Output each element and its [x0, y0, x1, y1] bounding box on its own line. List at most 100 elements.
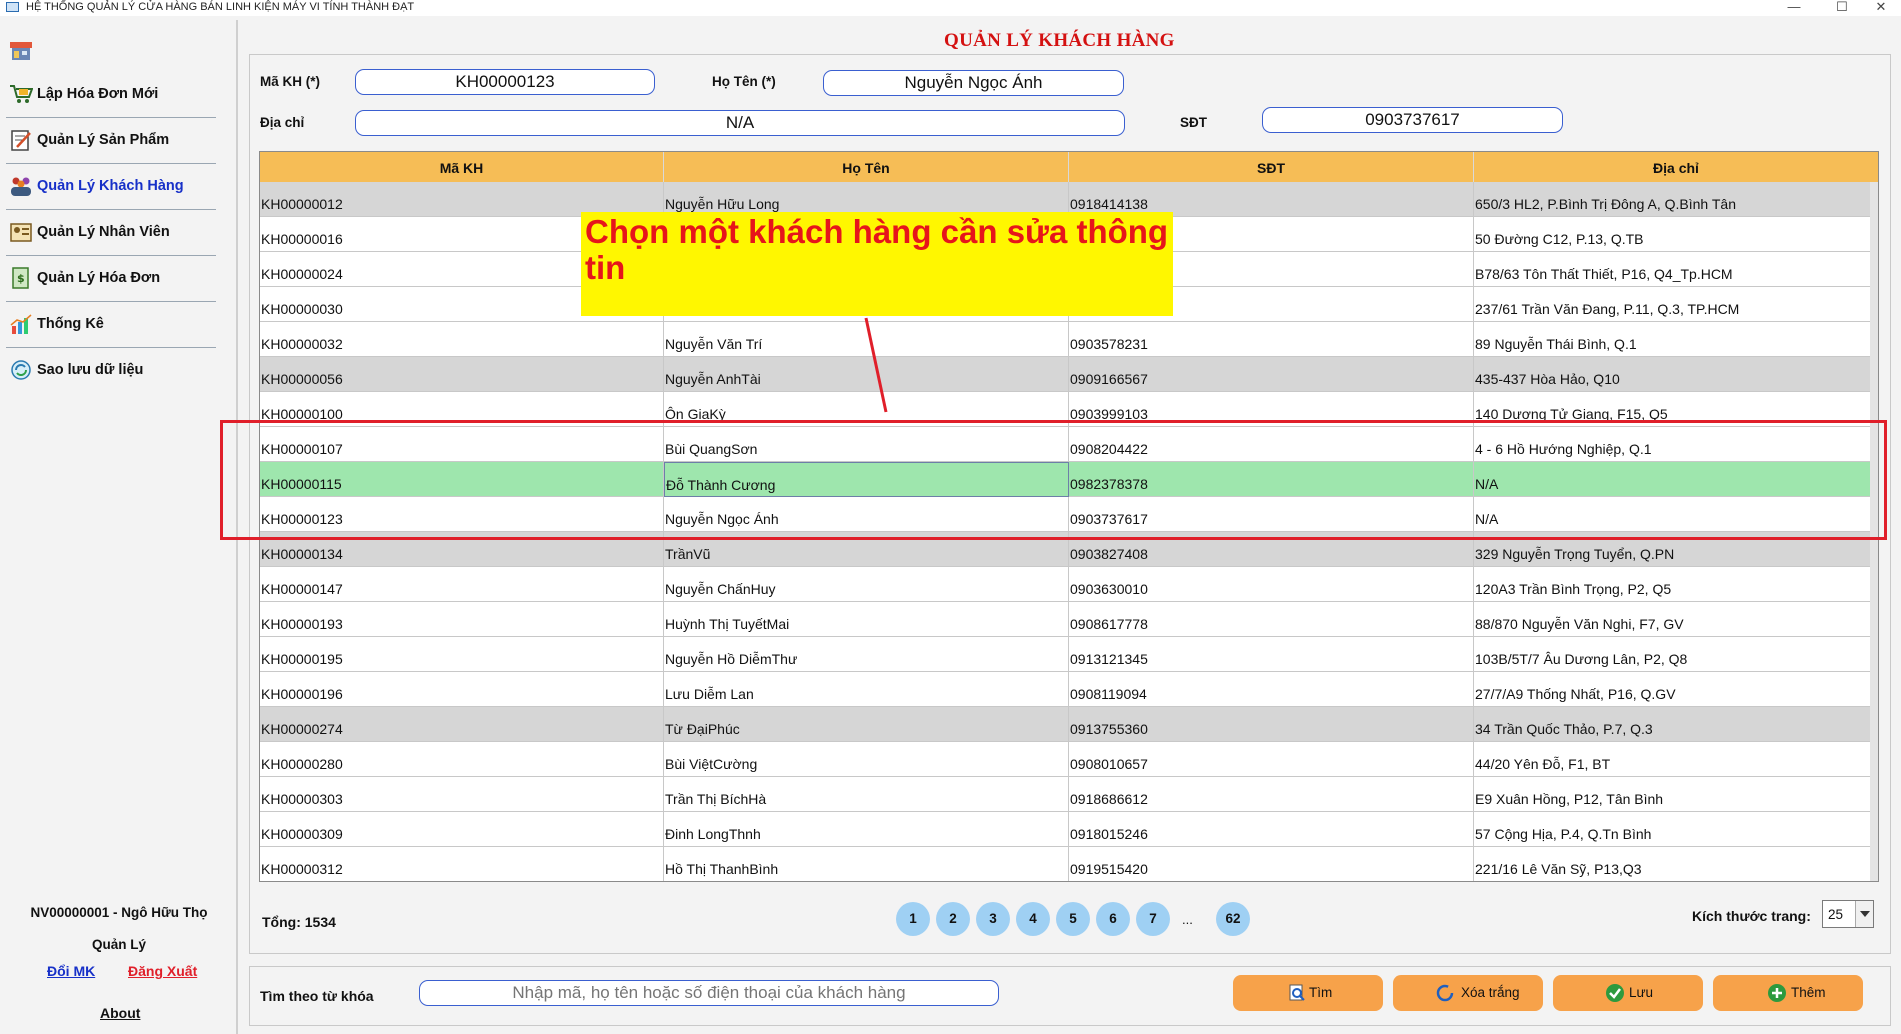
cell-customer-name[interactable]: Nguyễn Hồ DiễmThư [664, 637, 1069, 672]
cell-customer-address[interactable]: 88/870 Nguyễn Văn Nghi, F7, GV [1474, 602, 1870, 637]
cell-customer-address[interactable]: 120A3 Trần Bình Trọng, P2, Q5 [1474, 567, 1870, 602]
sidebar-item-employees[interactable]: Quản Lý Nhân Viên [6, 210, 216, 256]
add-button[interactable]: Thêm [1713, 975, 1863, 1011]
table-row[interactable]: KH00000312 Hồ Thị ThanhBình 0919515420 221/… [260, 847, 1870, 881]
cell-customer-address[interactable]: 650/3 HL2, P.Bình Trị Đông A, Q.Bình Tân [1474, 182, 1870, 217]
cell-customer-name[interactable]: Đinh LongThnh [664, 812, 1069, 847]
cell-customer-address[interactable]: 44/20 Yên Đỗ, F1, BT [1474, 742, 1870, 777]
cell-customer-id[interactable]: KH00000280 [260, 742, 664, 777]
table-row[interactable]: KH00000195 Nguyễn Hồ DiễmThư 0913121345 103… [260, 637, 1870, 672]
sidebar-item-backup[interactable]: Sao lưu dữ liệu [6, 348, 216, 394]
cell-customer-address[interactable]: 435-437 Hòa Hảo, Q10 [1474, 357, 1870, 392]
cell-customer-id[interactable]: KH00000147 [260, 567, 664, 602]
cell-customer-phone[interactable]: 0909166567 [1069, 357, 1474, 392]
cell-customer-name[interactable]: Nguyễn ChấnHuy [664, 567, 1069, 602]
cell-customer-address[interactable]: 34 Trần Quốc Thảo, P.7, Q.3 [1474, 707, 1870, 742]
cell-customer-phone[interactable]: 0913755360 [1069, 707, 1474, 742]
column-header-name[interactable]: Họ Tên [664, 152, 1069, 182]
chevron-down-icon[interactable] [1855, 901, 1873, 927]
minimize-button[interactable]: — [1774, 0, 1814, 16]
total-count: Tổng: 1534 [262, 914, 336, 930]
table-row[interactable]: KH00000280 Bùi ViệtCường 0908010657 44/20 Y… [260, 742, 1870, 777]
cell-customer-phone[interactable]: 0919515420 [1069, 847, 1474, 881]
cell-customer-name[interactable]: Nguyễn AnhTài [664, 357, 1069, 392]
cell-customer-address[interactable]: E9 Xuân Hồng, P12, Tân Bình [1474, 777, 1870, 812]
table-row[interactable]: KH00000032 Nguyễn Văn Trí 0903578231 89 Ngu… [260, 322, 1870, 357]
cell-customer-address[interactable]: 237/61 Trần Văn Đang, P.11, Q.3, TP.HCM [1474, 287, 1870, 322]
table-row[interactable]: KH00000193 Huỳnh Thị TuyếtMai 0908617778 88… [260, 602, 1870, 637]
page-size-select[interactable]: 25 [1822, 900, 1874, 928]
column-header-phone[interactable]: SĐT [1069, 152, 1474, 182]
table-row[interactable]: KH00000056 Nguyễn AnhTài 0909166567 435-437… [260, 357, 1870, 392]
column-header-address[interactable]: Địa chỉ [1474, 152, 1878, 182]
page-button-6[interactable]: 6 [1096, 902, 1130, 936]
column-header-id[interactable]: Mã KH [260, 152, 664, 182]
cell-customer-phone[interactable]: 0908119094 [1069, 672, 1474, 707]
save-button[interactable]: Lưu [1553, 975, 1703, 1011]
address-field[interactable]: N/A [355, 110, 1125, 136]
page-button-7[interactable]: 7 [1136, 902, 1170, 936]
sidebar-item-products[interactable]: Quản Lý Sản Phẩm [6, 118, 216, 164]
cell-customer-name[interactable]: Huỳnh Thị TuyếtMai [664, 602, 1069, 637]
cell-customer-id[interactable]: KH00000196 [260, 672, 664, 707]
cell-customer-phone[interactable]: 0903630010 [1069, 567, 1474, 602]
search-label: Tìm theo từ khóa [260, 988, 374, 1004]
cell-customer-id[interactable]: KH00000312 [260, 847, 664, 881]
cell-customer-address[interactable]: 27/7/A9 Thống Nhất, P16, Q.GV [1474, 672, 1870, 707]
customer-id-field[interactable]: KH00000123 [355, 69, 655, 95]
cell-customer-phone[interactable]: 0908010657 [1069, 742, 1474, 777]
table-row[interactable]: KH00000274 Từ ĐạiPhúc 0913755360 34 Trần Qu… [260, 707, 1870, 742]
cell-customer-id[interactable]: KH00000274 [260, 707, 664, 742]
page-button-2[interactable]: 2 [936, 902, 970, 936]
cell-customer-phone[interactable]: 0908617778 [1069, 602, 1474, 637]
change-password-link[interactable]: Đổi MK [47, 963, 95, 979]
cell-customer-address[interactable]: 89 Nguyễn Thái Bình, Q.1 [1474, 322, 1870, 357]
cell-customer-phone[interactable]: 0918686612 [1069, 777, 1474, 812]
search-input[interactable] [419, 980, 999, 1006]
sidebar-item-invoices[interactable]: $ Quản Lý Hóa Đơn [6, 256, 216, 302]
cell-customer-address[interactable]: 103B/5T/7 Âu Dương Lân, P2, Q8 [1474, 637, 1870, 672]
table-row[interactable]: KH00000303 Trần Thị BíchHà 0918686612 E9 Xu… [260, 777, 1870, 812]
table-row[interactable]: KH00000196 Lưu Diễm Lan 0908119094 27/7/A9 … [260, 672, 1870, 707]
cell-customer-id[interactable]: KH00000193 [260, 602, 664, 637]
page-button-4[interactable]: 4 [1016, 902, 1050, 936]
cell-customer-name[interactable]: Bùi ViệtCường [664, 742, 1069, 777]
find-button[interactable]: Tìm [1233, 975, 1383, 1011]
table-row[interactable]: KH00000147 Nguyễn ChấnHuy 0903630010 120A3 … [260, 567, 1870, 602]
sidebar-item-customers[interactable]: Quản Lý Khách Hàng [6, 164, 216, 210]
cell-customer-address[interactable]: 221/16 Lê Văn Sỹ, P13,Q3 [1474, 847, 1870, 881]
cell-customer-name[interactable]: Lưu Diễm Lan [664, 672, 1069, 707]
page-button-3[interactable]: 3 [976, 902, 1010, 936]
cell-customer-address[interactable]: 57 Cộng Hịa, P.4, Q.Tn Bình [1474, 812, 1870, 847]
cell-customer-id[interactable]: KH00000032 [260, 322, 664, 357]
page-button-1[interactable]: 1 [896, 902, 930, 936]
cell-customer-name[interactable]: Trần Thị BíchHà [664, 777, 1069, 812]
cell-customer-address[interactable]: 50 Đường C12, P.13, Q.TB [1474, 217, 1870, 252]
cell-customer-id[interactable]: KH00000309 [260, 812, 664, 847]
cell-customer-id[interactable]: KH00000303 [260, 777, 664, 812]
cell-customer-name[interactable]: Từ ĐạiPhúc [664, 707, 1069, 742]
page-button-5[interactable]: 5 [1056, 902, 1090, 936]
cell-customer-name[interactable]: Nguyễn Văn Trí [664, 322, 1069, 357]
store-icon[interactable] [9, 41, 33, 61]
logout-link[interactable]: Đăng Xuất [128, 963, 197, 979]
table-row[interactable]: KH00000309 Đinh LongThnh 0918015246 57 Cộng… [260, 812, 1870, 847]
about-link[interactable]: About [100, 1005, 140, 1021]
page-button-last[interactable]: 62 [1216, 902, 1250, 936]
clear-button[interactable]: Xóa trắng [1393, 975, 1543, 1011]
cell-customer-address[interactable]: B78/63 Tôn Thất Thiết, P16, Q4_Tp.HCM [1474, 252, 1870, 287]
cell-customer-phone[interactable]: 0913121345 [1069, 637, 1474, 672]
sidebar-item-new-invoice[interactable]: Lập Hóa Đơn Mới [6, 72, 216, 118]
cell-customer-id[interactable]: KH00000056 [260, 357, 664, 392]
sidebar-item-label: Quản Lý Khách Hàng [37, 178, 184, 194]
cell-customer-phone[interactable]: 0918015246 [1069, 812, 1474, 847]
phone-field[interactable]: 0903737617 [1262, 107, 1563, 133]
customer-name-field[interactable]: Nguyễn Ngọc Ánh [823, 70, 1124, 96]
close-button[interactable]: ✕ [1861, 0, 1901, 16]
cell-customer-id[interactable]: KH00000195 [260, 637, 664, 672]
sidebar: Lập Hóa Đơn Mới Quản Lý Sản Phẩm Quản Lý… [0, 20, 238, 1034]
cell-customer-phone[interactable]: 0903578231 [1069, 322, 1474, 357]
maximize-button[interactable]: ☐ [1822, 0, 1862, 16]
cell-customer-name[interactable]: Hồ Thị ThanhBình [664, 847, 1069, 881]
sidebar-item-statistics[interactable]: Thống Kê [6, 302, 216, 348]
